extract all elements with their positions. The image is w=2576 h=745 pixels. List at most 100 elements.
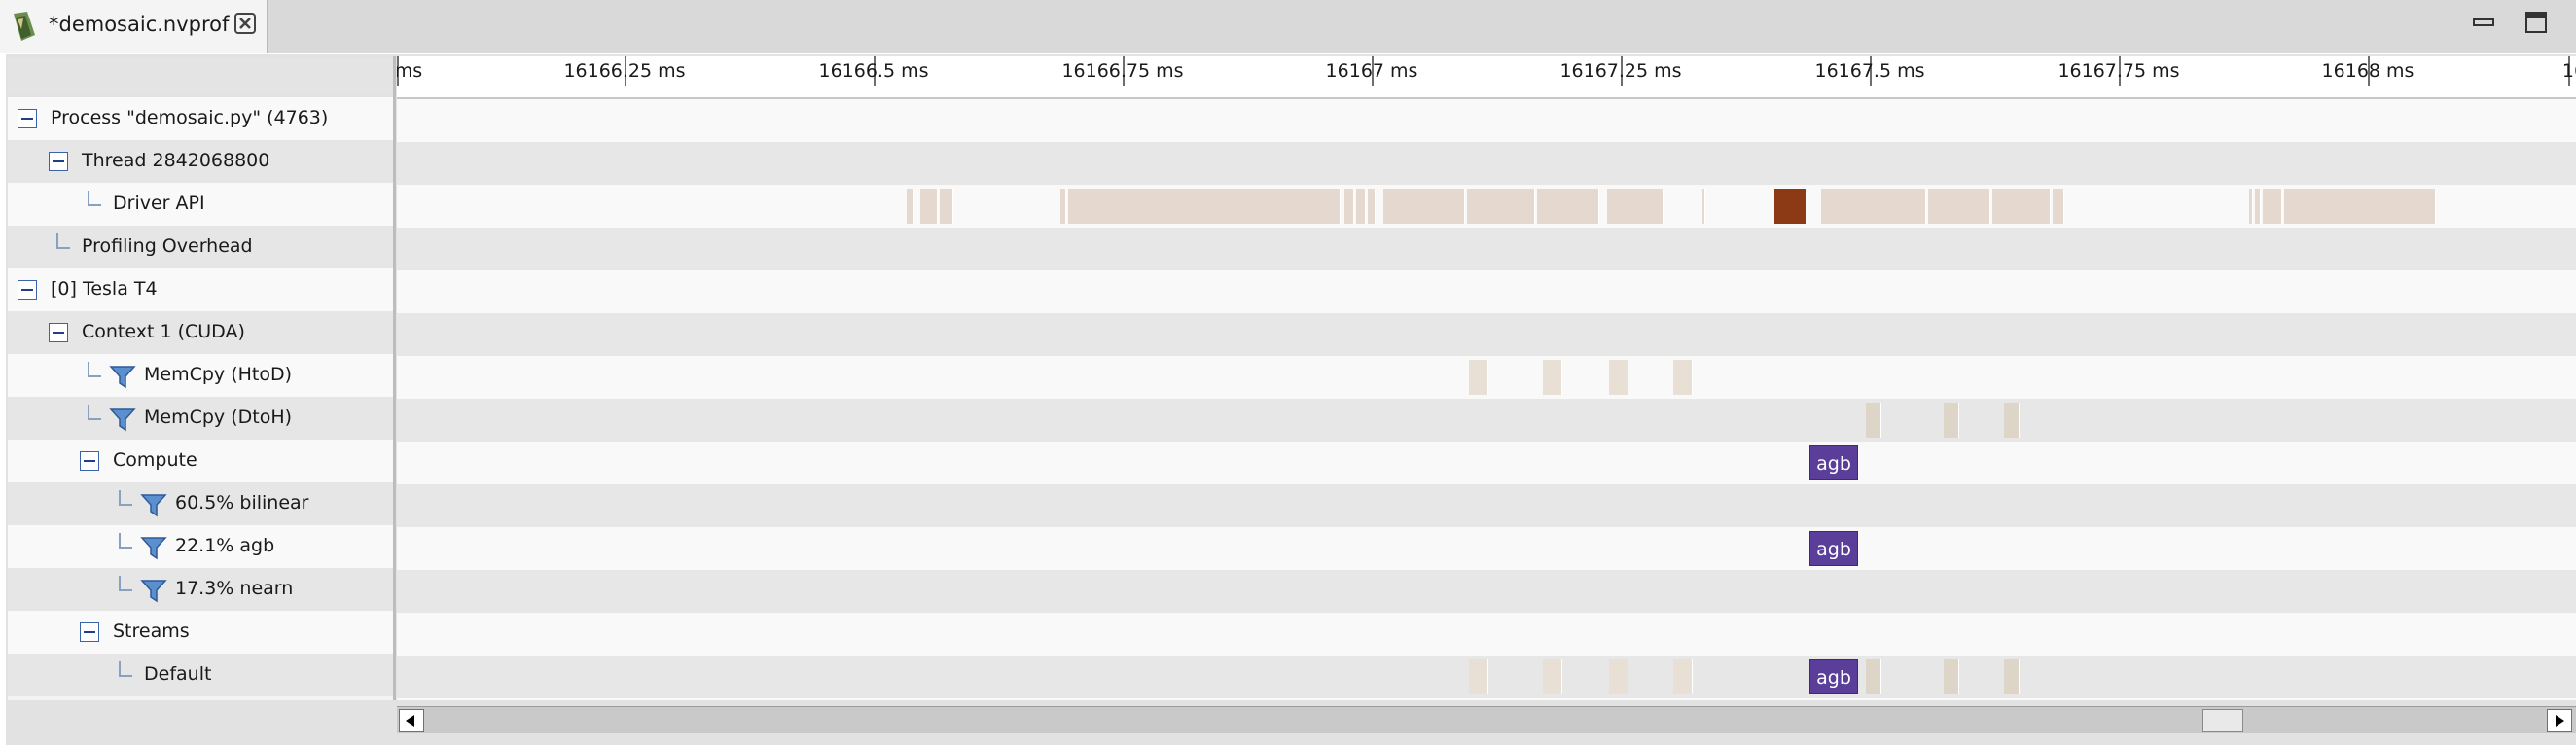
tree-row-streams[interactable]: Streams (8, 611, 393, 654)
collapse-icon[interactable] (18, 280, 37, 300)
api-call-bar[interactable] (1992, 189, 2051, 224)
filter-icon[interactable] (140, 492, 167, 517)
timeline-canvas[interactable]: agb agb agb (397, 99, 2576, 700)
tree-row-profiling-overhead[interactable]: Profiling Overhead (8, 226, 393, 268)
ruler-tick-label: 16166.75 ms (1061, 60, 1184, 82)
tree-row-label: 17.3% nearn (175, 578, 294, 599)
filter-icon[interactable] (140, 535, 167, 560)
api-call-bar[interactable] (1537, 189, 1599, 224)
maximize-icon[interactable] (2523, 10, 2549, 35)
tree-row-label: 22.1% agb (175, 535, 275, 556)
tree-row-compute[interactable]: Compute (8, 440, 393, 482)
tree-row-kernel-agb[interactable]: 22.1% agb (8, 525, 393, 568)
timeline-tree: Process "demosaic.py" (4763) Thread 2842… (8, 97, 393, 700)
splitter[interactable] (393, 56, 396, 700)
timeline-row-driver-api (397, 185, 2576, 228)
api-call-bar[interactable] (2284, 189, 2436, 224)
ruler-tick-label: 16 (2561, 60, 2576, 82)
tab-demosaic[interactable]: *demosaic.nvprof (0, 0, 268, 53)
tree-row-label: MemCpy (HtoD) (144, 364, 293, 385)
collapse-icon[interactable] (49, 152, 68, 171)
memcpy-htod-bar[interactable] (1673, 659, 1693, 694)
api-call-bar[interactable] (1702, 189, 1705, 224)
api-call-bar[interactable] (2255, 189, 2261, 224)
memcpy-htod-bar[interactable] (1609, 360, 1628, 395)
collapse-icon[interactable] (49, 323, 68, 342)
tree-row-label: Streams (113, 621, 190, 642)
memcpy-htod-bar[interactable] (1469, 360, 1488, 395)
tree-branch-icon (88, 191, 101, 206)
api-call-bar[interactable] (1356, 189, 1366, 224)
api-call-bar[interactable] (1060, 189, 1066, 224)
ruler-tick-label: 16166.5 ms (818, 60, 929, 82)
filter-icon[interactable] (109, 364, 136, 389)
tree-row-thread[interactable]: Thread 2842068800 (8, 140, 393, 183)
timeline-row-profiling-overhead (397, 228, 2576, 270)
filter-icon[interactable] (140, 578, 167, 603)
timeline-row-default-stream: agb (397, 656, 2576, 698)
api-call-bar-selected[interactable] (1774, 189, 1806, 224)
tree-row-default-stream[interactable]: Default (8, 654, 393, 696)
api-call-bar[interactable] (1928, 189, 1990, 224)
memcpy-dtoh-bar[interactable] (1944, 659, 1959, 694)
api-call-bar[interactable] (1383, 189, 1465, 224)
api-call-bar[interactable] (2249, 189, 2253, 224)
tree-row-label: Process "demosaic.py" (4763) (51, 107, 329, 128)
memcpy-dtoh-bar[interactable] (1866, 659, 1881, 694)
kernel-agb-bar[interactable]: agb (1809, 531, 1858, 566)
api-call-bar[interactable] (907, 189, 914, 224)
filter-icon[interactable] (109, 407, 136, 432)
memcpy-htod-bar[interactable] (1673, 360, 1693, 395)
collapse-icon[interactable] (80, 622, 99, 642)
tree-row-kernel-bilinear[interactable]: 60.5% bilinear (8, 482, 393, 525)
time-ruler[interactable]: ms 16166.25 ms 16166.5 ms 16166.75 ms 16… (397, 56, 2576, 99)
timeline-row-kernel-bilinear (397, 484, 2576, 527)
tree-branch-icon (88, 405, 101, 420)
timeline-row-memcpy-dtoh (397, 399, 2576, 442)
collapse-icon[interactable] (18, 109, 37, 128)
tree-row-device[interactable]: [0] Tesla T4 (8, 268, 393, 311)
horizontal-scrollbar[interactable] (397, 706, 2576, 733)
tree-branch-icon (119, 576, 132, 591)
tree-row-driver-api[interactable]: Driver API (8, 183, 393, 226)
api-call-bar[interactable] (2263, 189, 2282, 224)
memcpy-dtoh-bar[interactable] (1866, 403, 1881, 438)
api-call-bar[interactable] (1068, 189, 1341, 224)
timeline-row-compute: agb (397, 442, 2576, 484)
tree-row-memcpy-htod[interactable]: MemCpy (HtoD) (8, 354, 393, 397)
close-icon[interactable] (233, 12, 257, 35)
tree-row-context[interactable]: Context 1 (CUDA) (8, 311, 393, 354)
ruler-tick-label: 16167.5 ms (1814, 60, 1925, 82)
memcpy-htod-bar[interactable] (1469, 659, 1488, 694)
collapse-icon[interactable] (80, 451, 99, 471)
tree-row-kernel-nearn[interactable]: 17.3% nearn (8, 568, 393, 611)
api-call-bar[interactable] (920, 189, 938, 224)
kernel-agb-bar[interactable]: agb (1809, 659, 1858, 694)
memcpy-dtoh-bar[interactable] (2004, 659, 2020, 694)
memcpy-dtoh-bar[interactable] (1944, 403, 1959, 438)
tree-branch-icon (88, 362, 101, 377)
memcpy-dtoh-bar[interactable] (2004, 403, 2020, 438)
memcpy-htod-bar[interactable] (1609, 659, 1628, 694)
tree-row-memcpy-dtoh[interactable]: MemCpy (DtoH) (8, 397, 393, 440)
scrollbar-thumb[interactable] (2202, 709, 2243, 732)
timeline-row-memcpy-htod (397, 356, 2576, 399)
kernel-agb-bar[interactable]: agb (1809, 445, 1858, 480)
memcpy-htod-bar[interactable] (1543, 659, 1562, 694)
api-call-bar[interactable] (1344, 189, 1354, 224)
tree-row-label: Compute (113, 449, 197, 471)
api-call-bar[interactable] (2053, 189, 2064, 224)
timeline-row-kernel-nearn (397, 570, 2576, 613)
tree-row-label: Thread 2842068800 (82, 150, 270, 171)
ruler-tick-label: 16167.25 ms (1559, 60, 1682, 82)
tree-row-process[interactable]: Process "demosaic.py" (4763) (8, 97, 393, 140)
api-call-bar[interactable] (940, 189, 953, 224)
api-call-bar[interactable] (1467, 189, 1535, 224)
scroll-left-icon[interactable] (399, 709, 424, 732)
api-call-bar[interactable] (1607, 189, 1664, 224)
memcpy-htod-bar[interactable] (1543, 360, 1562, 395)
api-call-bar[interactable] (1368, 189, 1376, 224)
api-call-bar[interactable] (1821, 189, 1926, 224)
scroll-right-icon[interactable] (2547, 709, 2572, 732)
minimize-icon[interactable] (2471, 10, 2496, 35)
